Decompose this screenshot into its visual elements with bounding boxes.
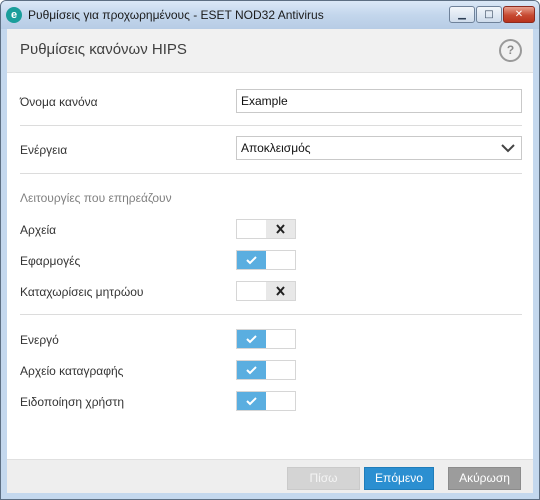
toggle-knob bbox=[266, 282, 295, 300]
checkmark-icon bbox=[246, 397, 257, 406]
cross-icon bbox=[276, 224, 285, 234]
chevron-down-icon bbox=[501, 144, 515, 153]
window-title: Ρυθμίσεις για προχωρημένους - ESET NOD32… bbox=[28, 8, 324, 22]
toggle-label-registry: Καταχωρίσεις μητρώου bbox=[20, 285, 144, 299]
toggle-notify[interactable] bbox=[236, 391, 296, 411]
divider bbox=[20, 125, 522, 126]
eset-app-icon: e bbox=[6, 7, 22, 23]
checkmark-icon bbox=[246, 366, 257, 375]
toggle-label-enabled: Ενεργό bbox=[20, 333, 59, 347]
toggle-label-files: Αρχεία bbox=[20, 223, 57, 237]
toggle-files[interactable] bbox=[236, 219, 296, 239]
toggle-label-applications: Εφαρμογές bbox=[20, 254, 81, 268]
dialog-content: Ρυθμίσεις κανόνων HIPS ? Όνομα κανόνα Εν… bbox=[7, 29, 533, 493]
next-button[interactable]: Επόμενο bbox=[364, 467, 434, 490]
close-button[interactable]: ✕ bbox=[503, 6, 535, 23]
cancel-button[interactable]: Ακύρωση bbox=[448, 467, 521, 490]
toggle-applications[interactable] bbox=[236, 250, 296, 270]
dialog-footer: Πίσω Επόμενο Ακύρωση bbox=[7, 459, 533, 493]
toggle-log[interactable] bbox=[236, 360, 296, 380]
cross-icon bbox=[276, 286, 285, 296]
toggle-knob bbox=[237, 330, 266, 348]
back-button[interactable]: Πίσω bbox=[287, 467, 360, 490]
help-icon[interactable]: ? bbox=[499, 39, 522, 62]
section-title-affected: Λειτουργίες που επηρεάζουν bbox=[20, 191, 172, 205]
toggle-knob bbox=[237, 361, 266, 379]
toggle-label-log: Αρχείο καταγραφής bbox=[20, 364, 124, 378]
action-label: Ενέργεια bbox=[20, 143, 68, 157]
toggle-enabled[interactable] bbox=[236, 329, 296, 349]
divider bbox=[20, 314, 522, 315]
minimize-button[interactable]: ▁ bbox=[449, 6, 475, 23]
divider bbox=[20, 173, 522, 174]
checkmark-icon bbox=[246, 335, 257, 344]
title-bar[interactable]: e Ρυθμίσεις για προχωρημένους - ESET NOD… bbox=[1, 1, 539, 29]
action-select[interactable]: Αποκλεισμός bbox=[236, 136, 522, 160]
toggle-registry[interactable] bbox=[236, 281, 296, 301]
page-header: Ρυθμίσεις κανόνων HIPS ? bbox=[7, 29, 533, 73]
toggle-label-notify: Ειδοποίηση χρήστη bbox=[20, 395, 125, 409]
checkmark-icon bbox=[246, 256, 257, 265]
rule-name-input[interactable] bbox=[236, 89, 522, 113]
toggle-knob bbox=[237, 392, 266, 410]
action-select-value: Αποκλεισμός bbox=[241, 141, 311, 155]
toggle-knob bbox=[266, 220, 295, 238]
dialog-window: e Ρυθμίσεις για προχωρημένους - ESET NOD… bbox=[0, 0, 540, 500]
maximize-button[interactable]: □ bbox=[476, 6, 502, 23]
page-title: Ρυθμίσεις κανόνων HIPS bbox=[20, 41, 187, 58]
toggle-knob bbox=[237, 251, 266, 269]
rule-name-label: Όνομα κανόνα bbox=[20, 95, 98, 109]
